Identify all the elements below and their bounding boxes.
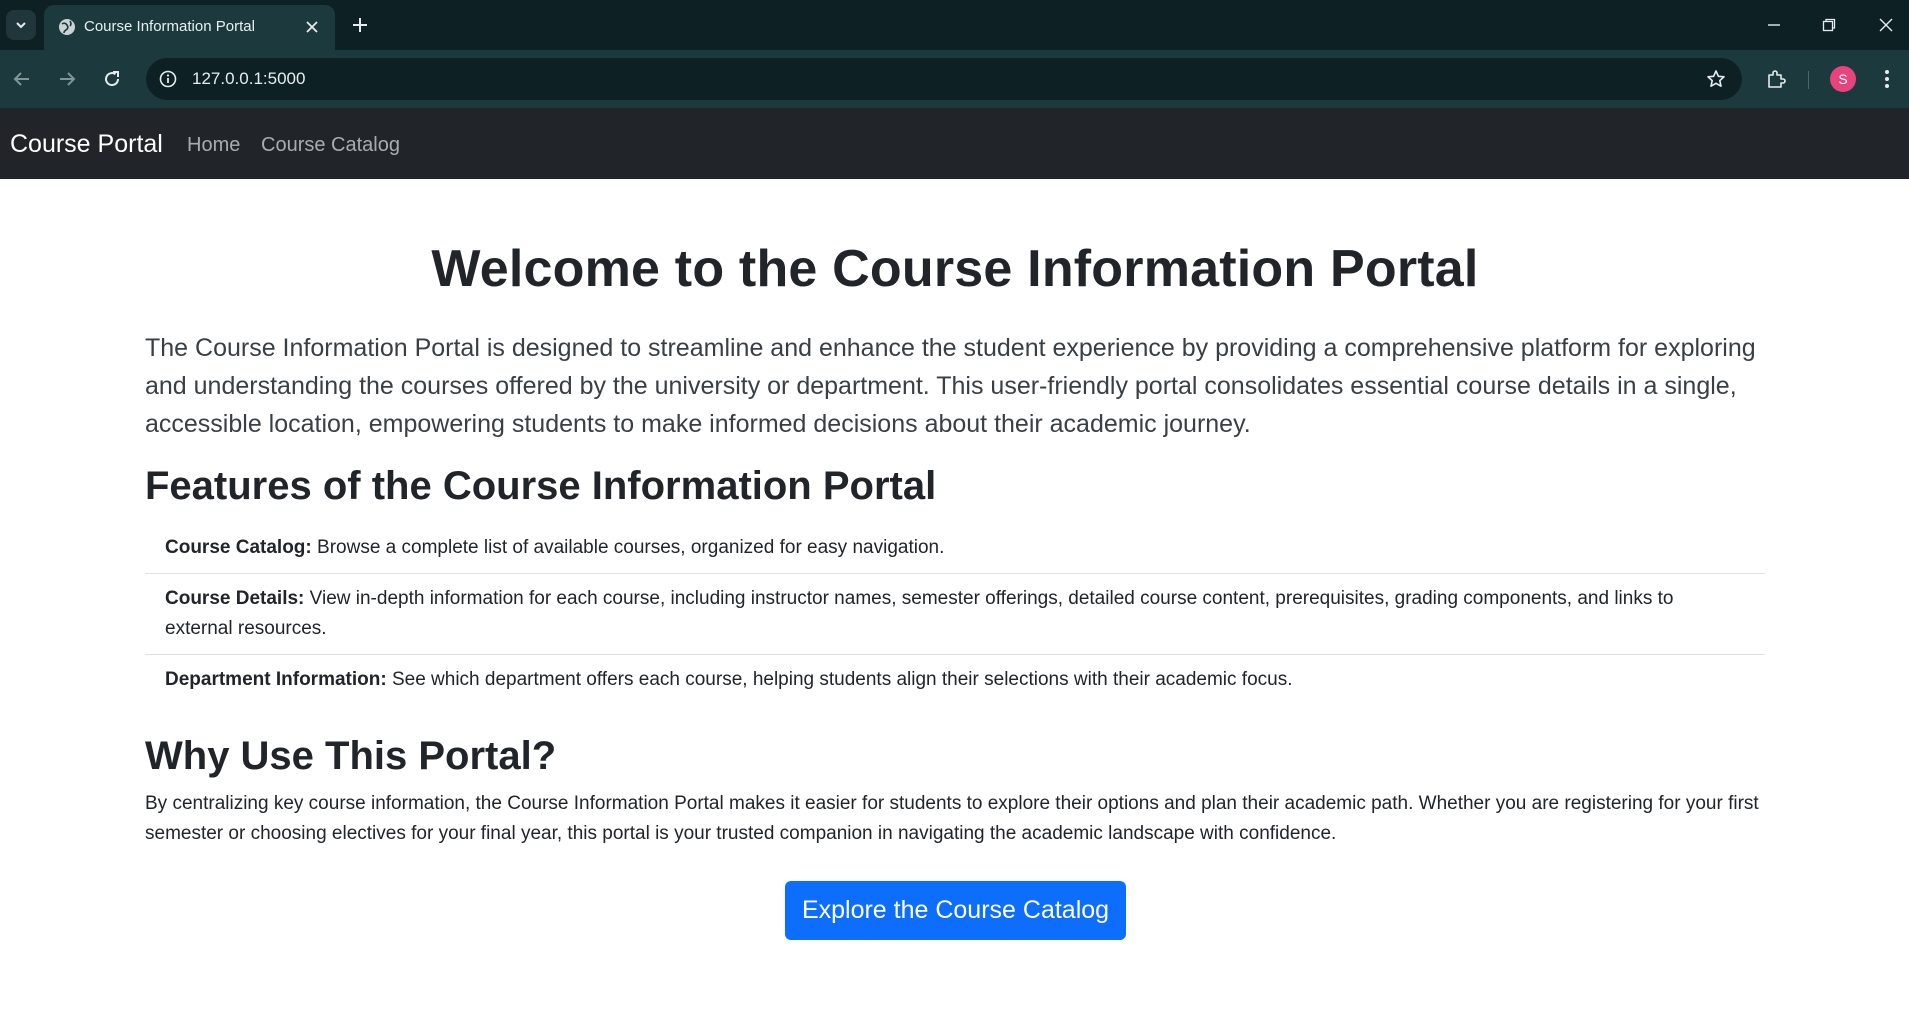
list-item: Course Details: View in-depth informatio… xyxy=(145,574,1765,655)
feature-label: Course Catalog: xyxy=(165,537,312,558)
plus-icon xyxy=(353,18,367,32)
features-list: Course Catalog: Browse a complete list o… xyxy=(145,523,1765,705)
why-heading: Why Use This Portal? xyxy=(145,734,557,778)
list-item: Course Catalog: Browse a complete list o… xyxy=(145,523,1765,574)
reload-icon xyxy=(105,71,120,87)
feature-text: Browse a complete list of available cour… xyxy=(311,537,945,558)
reload-button[interactable] xyxy=(96,63,128,95)
extensions-button[interactable] xyxy=(1760,63,1792,95)
back-button[interactable] xyxy=(6,63,38,95)
arrow-right-icon xyxy=(60,72,76,86)
intro-paragraph: The Course Information Portal is designe… xyxy=(145,334,1756,438)
close-icon xyxy=(306,21,318,33)
globe-icon xyxy=(59,19,75,35)
nav-link-course-catalog[interactable]: Course Catalog xyxy=(261,134,400,157)
star-icon xyxy=(1707,70,1725,87)
browser-tabstrip: Course Information Portal xyxy=(0,0,1909,50)
forward-button[interactable] xyxy=(51,63,83,95)
feature-text: See which department offers each course,… xyxy=(386,669,1293,690)
chevron-down-icon xyxy=(16,22,26,29)
site-info-button[interactable] xyxy=(156,67,180,91)
puzzle-icon xyxy=(1768,70,1786,88)
tab-title: Course Information Portal xyxy=(84,18,255,35)
tab-close-button[interactable] xyxy=(302,17,322,37)
feature-label: Course Details: xyxy=(165,588,305,609)
browser-toolbar: 127.0.0.1:5000 S xyxy=(0,50,1909,108)
profile-avatar[interactable]: S xyxy=(1830,66,1856,92)
info-icon xyxy=(159,70,177,88)
features-heading: Features of the Course Information Porta… xyxy=(145,464,937,508)
navbar-brand[interactable]: Course Portal xyxy=(10,130,163,159)
restore-button[interactable] xyxy=(1815,12,1843,38)
minimize-icon xyxy=(1768,24,1780,26)
feature-label: Department Information: xyxy=(165,669,387,690)
toolbar-divider xyxy=(1808,71,1809,89)
browser-tab[interactable]: Course Information Portal xyxy=(44,5,335,50)
site-navbar: Course Portal Home Course Catalog xyxy=(0,108,1909,179)
new-tab-button[interactable] xyxy=(348,13,372,37)
page-title: Welcome to the Course Information Portal xyxy=(431,240,1479,298)
why-paragraph: By centralizing key course information, … xyxy=(145,793,1759,844)
browser-menu-button[interactable] xyxy=(1871,63,1903,95)
arrow-left-icon xyxy=(13,72,29,86)
minimize-button[interactable] xyxy=(1760,12,1788,38)
list-item: Department Information: See which depart… xyxy=(145,655,1765,705)
close-icon xyxy=(1879,18,1893,32)
nav-link-home[interactable]: Home xyxy=(187,134,240,157)
explore-catalog-button[interactable]: Explore the Course Catalog xyxy=(785,881,1126,940)
kebab-menu-icon xyxy=(1885,70,1889,88)
window-close-button[interactable] xyxy=(1872,12,1900,38)
url-text[interactable]: 127.0.0.1:5000 xyxy=(192,69,305,89)
tab-search-button[interactable] xyxy=(6,10,36,40)
address-bar[interactable]: 127.0.0.1:5000 xyxy=(146,58,1742,100)
feature-text: View in-depth information for each cours… xyxy=(165,588,1674,639)
restore-icon xyxy=(1822,18,1836,32)
bookmark-button[interactable] xyxy=(1704,67,1728,91)
